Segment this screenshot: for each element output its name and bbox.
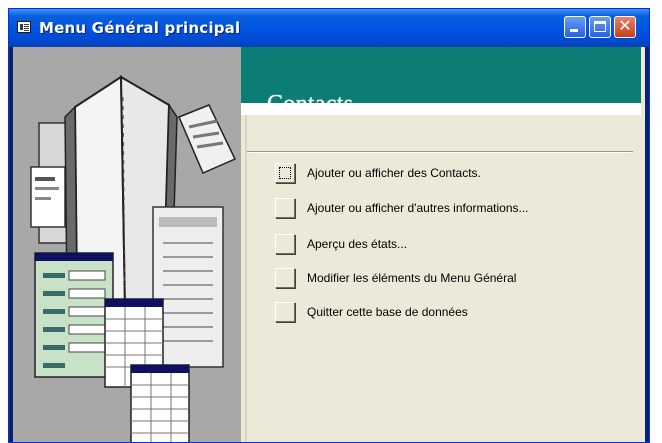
close-icon: ✕ bbox=[618, 16, 632, 35]
menu-item-label[interactable]: Ajouter ou afficher des Contacts. bbox=[307, 166, 481, 180]
address-book-illustration bbox=[30, 75, 237, 442]
page-title: Contacts bbox=[267, 91, 354, 117]
menu-button-exit-database[interactable] bbox=[275, 302, 295, 322]
maximize-button[interactable] bbox=[589, 16, 611, 38]
menu-button-add-other-info[interactable] bbox=[275, 198, 295, 218]
panel-divider bbox=[245, 115, 247, 442]
menu-item-label[interactable]: Aperçu des états... bbox=[307, 237, 407, 251]
decorative-side-panel bbox=[13, 47, 241, 442]
menu-item-report-preview[interactable]: Aperçu des états... bbox=[275, 234, 635, 256]
menu-button-report-preview[interactable] bbox=[275, 234, 295, 254]
menu-item-label[interactable]: Modifier les éléments du Menu Général bbox=[307, 271, 516, 285]
menu-item-label[interactable]: Quitter cette base de données bbox=[307, 305, 468, 319]
menu-button-edit-switchboard[interactable] bbox=[275, 268, 295, 288]
main-switchboard-window: Menu Général principal ✕ Contacts Ajoute… bbox=[8, 8, 650, 443]
menu-item-add-other-info[interactable]: Ajouter ou afficher d'autres information… bbox=[275, 198, 635, 220]
menu-button-add-contacts[interactable] bbox=[275, 163, 295, 183]
menu-item-add-contacts[interactable]: Ajouter ou afficher des Contacts. bbox=[275, 163, 635, 185]
switchboard-client-area: Contacts Ajouter ou afficher des Contact… bbox=[13, 47, 645, 442]
menu-item-edit-switchboard[interactable]: Modifier les éléments du Menu Général bbox=[275, 268, 635, 290]
separator-highlight bbox=[247, 152, 633, 153]
window-title: Menu Général principal bbox=[39, 19, 241, 37]
form-window-icon[interactable] bbox=[17, 21, 31, 33]
menu-item-exit-database[interactable]: Quitter cette base de données bbox=[275, 302, 635, 324]
close-button[interactable]: ✕ bbox=[614, 16, 636, 38]
title-bar[interactable]: Menu Général principal ✕ bbox=[9, 9, 649, 47]
minimize-button[interactable] bbox=[564, 16, 586, 38]
menu-item-label[interactable]: Ajouter ou afficher d'autres information… bbox=[307, 201, 529, 215]
